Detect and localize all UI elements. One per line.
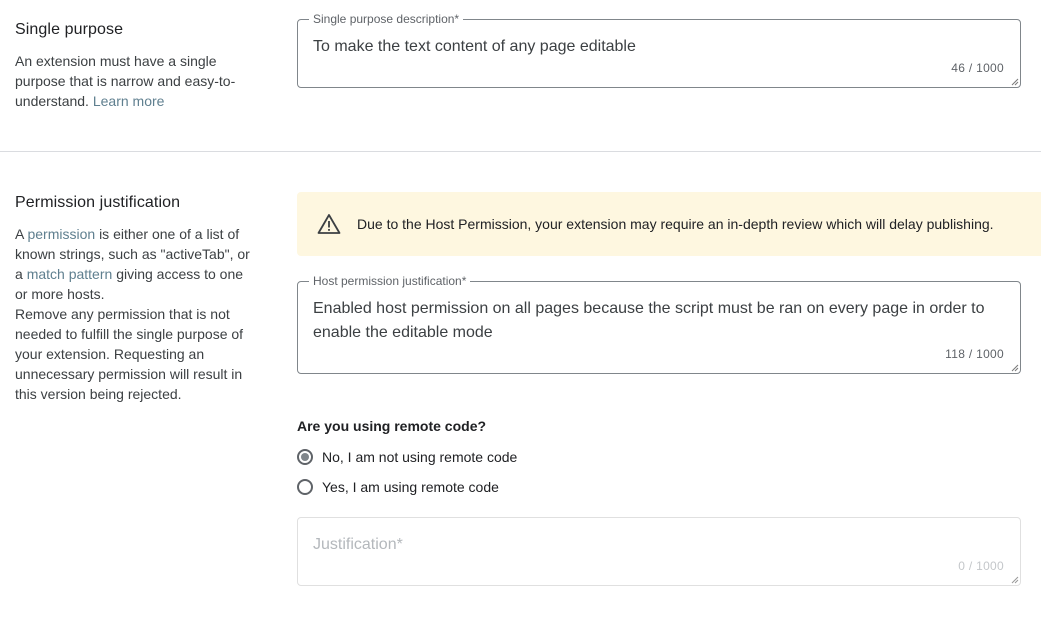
host-permission-field[interactable]: Host permission justification* Enabled h… [297, 274, 1021, 374]
single-purpose-title: Single purpose [15, 21, 124, 38]
single-purpose-field[interactable]: Single purpose description* To make the … [297, 12, 1021, 88]
single-purpose-input[interactable]: To make the text content of any page edi… [313, 35, 994, 59]
single-purpose-description: An extension must have a single purpose … [15, 51, 255, 111]
resize-handle-icon [1011, 576, 1019, 584]
permission-description: A permission is either one of a list of … [15, 224, 257, 404]
radio-yes-remote-code[interactable]: Yes, I am using remote code [297, 477, 499, 497]
permission-title: Permission justification [15, 194, 181, 211]
permission-desc-text-1: A [15, 226, 24, 242]
section-divider [0, 151, 1041, 152]
warning-icon [317, 214, 341, 234]
host-permission-input[interactable]: Enabled host permission on all pages bec… [313, 297, 994, 345]
justification-placeholder: Justification* [313, 536, 403, 553]
remote-code-question: Are you using remote code? [297, 418, 487, 434]
match-pattern-link[interactable]: match pattern [27, 266, 113, 282]
justification-field: Justification* 0 / 1000 [297, 517, 1021, 586]
host-permission-field-label: Host permission justification* [309, 274, 471, 288]
learn-more-link[interactable]: Learn more [93, 93, 165, 109]
permission-desc-text-4: Remove any permission that is not needed… [15, 306, 244, 402]
radio-label-yes: Yes, I am using remote code [322, 479, 499, 495]
radio-no-remote-code[interactable]: No, I am not using remote code [297, 447, 517, 467]
radio-button[interactable] [297, 479, 313, 495]
banner-text: Due to the Host Permission, your extensi… [357, 216, 994, 232]
host-permission-counter: 118 / 1000 [945, 347, 1004, 361]
radio-button-selected[interactable] [297, 449, 313, 465]
host-permission-warning-banner: Due to the Host Permission, your extensi… [297, 192, 1041, 256]
single-purpose-field-label: Single purpose description* [309, 12, 464, 26]
permission-link[interactable]: permission [27, 226, 95, 242]
resize-handle-icon[interactable] [1010, 77, 1019, 86]
single-purpose-counter: 46 / 1000 [951, 61, 1004, 75]
justification-counter: 0 / 1000 [958, 559, 1004, 573]
radio-label-no: No, I am not using remote code [322, 449, 518, 465]
resize-handle-icon[interactable] [1010, 363, 1019, 372]
